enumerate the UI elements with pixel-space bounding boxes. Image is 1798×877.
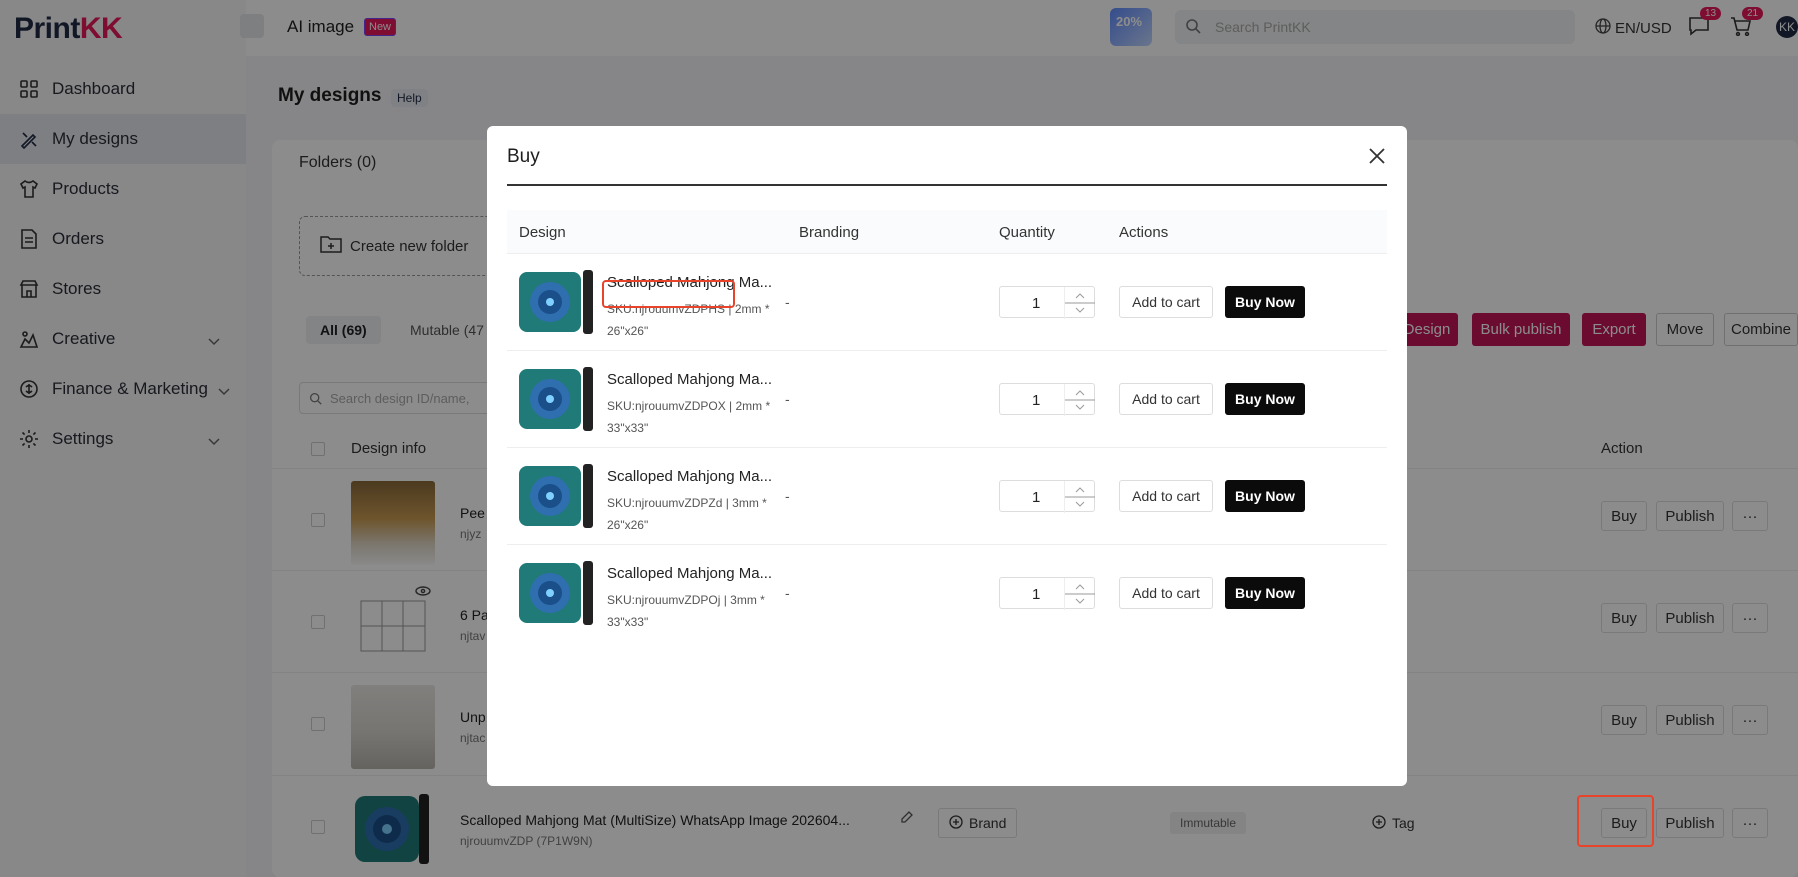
add-to-cart-button[interactable]: Add to cart (1119, 383, 1213, 415)
sku-code: SKU:njrouumvZDPOX (607, 399, 726, 413)
quantity-value[interactable]: 1 (1032, 586, 1040, 603)
stepper-arrows-icon[interactable] (1064, 287, 1095, 319)
modal-product-row: Scalloped Mahjong Ma... SKU:njrouumvZDPO… (507, 351, 1387, 448)
quantity-stepper[interactable]: 1 (999, 286, 1095, 319)
column-header-design: Design (519, 224, 566, 241)
buy-now-button[interactable]: Buy Now (1225, 383, 1305, 415)
branding-value: - (785, 585, 790, 601)
column-header-actions: Actions (1119, 224, 1169, 241)
product-sku: SKU:njrouumvZDPZd | 3mm * 26"x26" (607, 492, 787, 536)
quantity-value[interactable]: 1 (1032, 295, 1040, 312)
product-thumbnail (519, 464, 597, 528)
product-thumbnail (519, 561, 597, 625)
branding-value: - (785, 391, 790, 407)
buy-now-button[interactable]: Buy Now (1225, 286, 1305, 318)
branding-value: - (785, 488, 790, 504)
sku-code: SKU:njrouumvZDPOj (607, 593, 721, 607)
column-header-quantity: Quantity (999, 224, 1055, 241)
branding-value: - (785, 294, 790, 310)
quantity-value[interactable]: 1 (1032, 489, 1040, 506)
product-name: Scalloped Mahjong Ma... (607, 371, 773, 388)
product-thumbnail (519, 270, 597, 334)
product-thumbnail (519, 367, 597, 431)
product-sku: SKU:njrouumvZDPOj | 3mm * 33"x33" (607, 589, 787, 633)
quantity-stepper[interactable]: 1 (999, 383, 1095, 416)
stepper-arrows-icon[interactable] (1064, 578, 1095, 610)
product-name: Scalloped Mahjong Ma... (607, 468, 773, 485)
column-header-branding: Branding (799, 224, 860, 241)
buy-modal: Buy Design Branding Quantity Actions Sca… (487, 126, 1407, 786)
quantity-stepper[interactable]: 1 (999, 577, 1095, 610)
close-icon[interactable] (1367, 146, 1387, 166)
add-to-cart-button[interactable]: Add to cart (1119, 577, 1213, 609)
highlight-box (1577, 795, 1654, 847)
modal-table-header: Design Branding Quantity Actions (507, 210, 1387, 254)
stepper-arrows-icon[interactable] (1064, 481, 1095, 513)
sku-highlight-box (602, 280, 735, 308)
add-to-cart-button[interactable]: Add to cart (1119, 480, 1213, 512)
add-to-cart-button[interactable]: Add to cart (1119, 286, 1213, 318)
quantity-value[interactable]: 1 (1032, 392, 1040, 409)
modal-divider (507, 184, 1387, 186)
product-sku: SKU:njrouumvZDPOX | 2mm * 33"x33" (607, 395, 787, 439)
product-name: Scalloped Mahjong Ma... (607, 565, 773, 582)
modal-product-row: Scalloped Mahjong Ma... SKU:njrouumvZDPO… (507, 545, 1387, 642)
modal-product-row: Scalloped Mahjong Ma... SKU:njrouumvZDPZ… (507, 448, 1387, 545)
stepper-arrows-icon[interactable] (1064, 384, 1095, 416)
buy-now-button[interactable]: Buy Now (1225, 577, 1305, 609)
buy-now-button[interactable]: Buy Now (1225, 480, 1305, 512)
sku-code: SKU:njrouumvZDPZd (607, 496, 723, 510)
quantity-stepper[interactable]: 1 (999, 480, 1095, 513)
modal-title: Buy (507, 146, 540, 167)
